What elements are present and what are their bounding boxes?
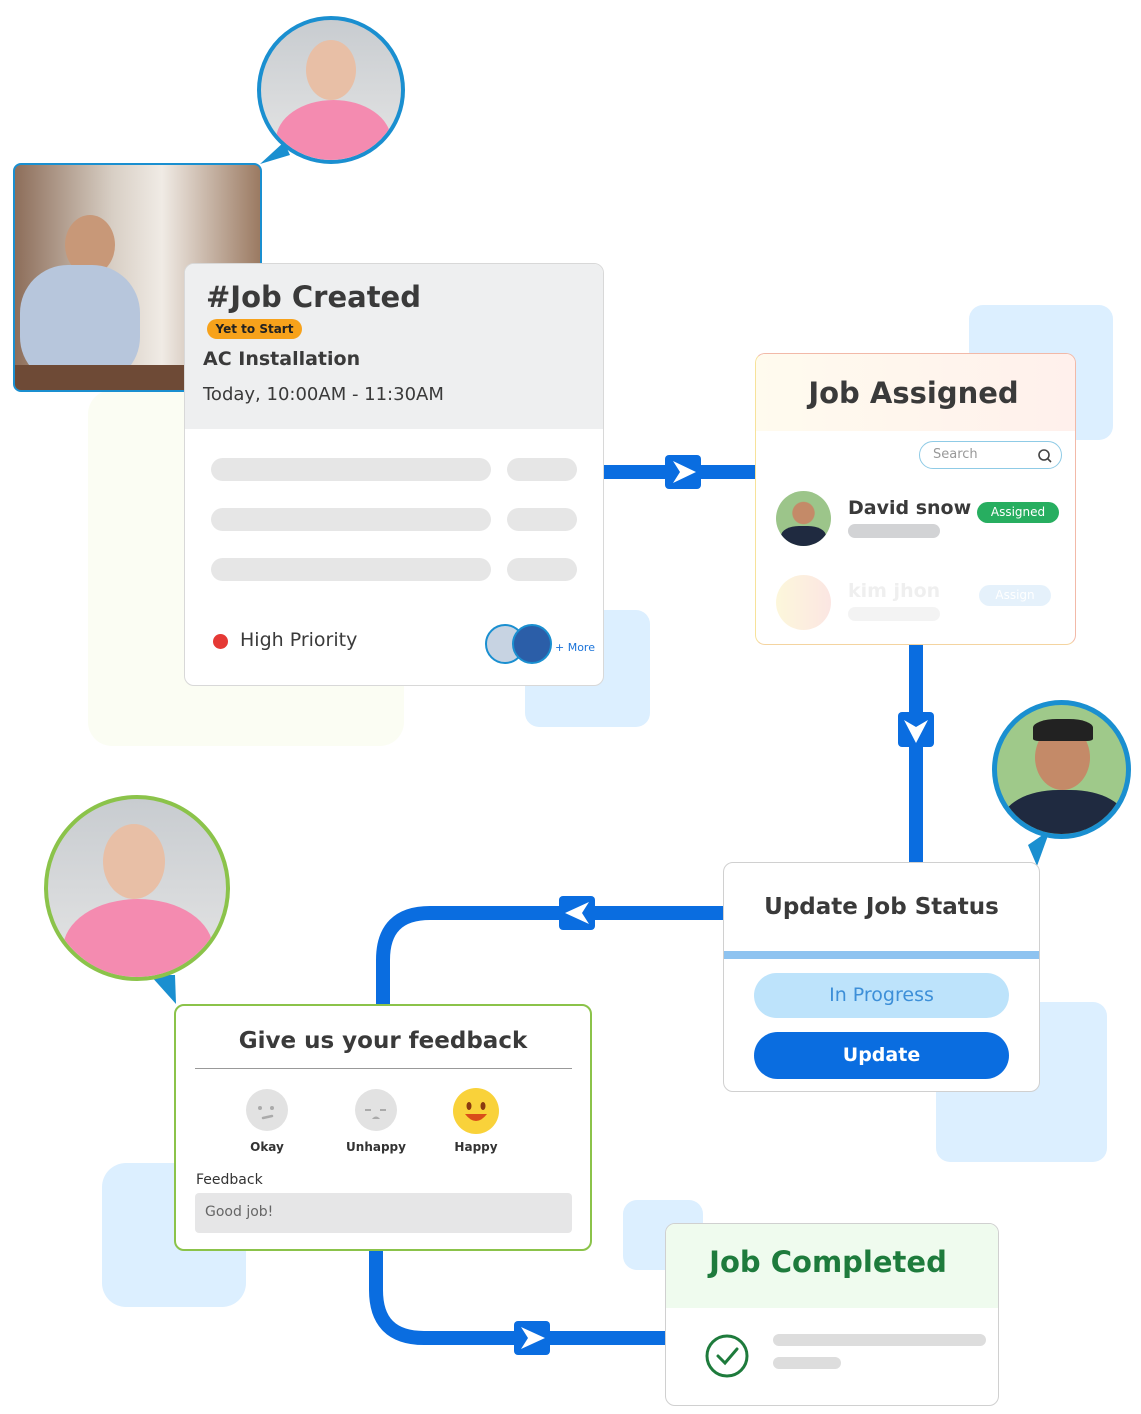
- placeholder-bar: [773, 1334, 986, 1346]
- search-placeholder: Search: [933, 447, 978, 462]
- job-name: AC Installation: [203, 348, 361, 370]
- arrow-left-icon: [559, 896, 595, 930]
- technician-name: kim jhon: [848, 580, 941, 602]
- feedback-card: Give us your feedback Okay Unhappy Happy…: [174, 1004, 592, 1251]
- placeholder-bar: [211, 458, 491, 481]
- search-icon: [1038, 449, 1052, 463]
- connector-update-to-feedback: [376, 906, 723, 1004]
- job-time: Today, 10:00AM - 11:30AM: [203, 384, 444, 405]
- arrow-down-icon: [898, 712, 934, 747]
- assigned-badge: Assigned: [977, 502, 1059, 523]
- placeholder-bar: [211, 508, 491, 531]
- divider: [724, 951, 1039, 959]
- priority-dot-icon: [213, 634, 228, 649]
- check-circle-icon: [705, 1334, 749, 1378]
- customer-photo: [44, 795, 230, 981]
- placeholder-bar: [507, 458, 577, 481]
- update-button[interactable]: Update: [754, 1032, 1009, 1079]
- sad-face-icon: [355, 1089, 397, 1131]
- technician-avatar: [776, 491, 831, 546]
- technician-name: David snow: [848, 497, 972, 519]
- job-assigned-title: Job Assigned: [808, 376, 1019, 410]
- more-link[interactable]: + More: [555, 641, 595, 654]
- technician-avatar: [512, 624, 552, 664]
- rating-unhappy[interactable]: Unhappy: [334, 1088, 418, 1158]
- arrow-right-icon: [514, 1321, 550, 1355]
- status-badge: Yet to Start: [207, 319, 302, 339]
- job-completed-title: Job Completed: [709, 1245, 947, 1279]
- placeholder-bar: [773, 1357, 841, 1369]
- update-status-title: Update Job Status: [764, 894, 999, 920]
- rating-okay[interactable]: Okay: [226, 1088, 306, 1158]
- feedback-title: Give us your feedback: [238, 1028, 528, 1054]
- rating-label: Okay: [250, 1140, 284, 1154]
- customer-photo: [257, 16, 405, 164]
- arrow-right-icon: [665, 455, 701, 489]
- placeholder-bar: [507, 558, 577, 581]
- update-job-status-card: Update Job Status In Progress Update: [723, 862, 1040, 1092]
- divider: [195, 1068, 572, 1069]
- priority-label: High Priority: [240, 629, 358, 651]
- job-created-title: #Job Created: [206, 280, 421, 314]
- rating-label: Unhappy: [346, 1140, 406, 1154]
- neutral-face-icon: [246, 1089, 288, 1131]
- placeholder-bar: [507, 508, 577, 531]
- rating-label: Happy: [454, 1140, 498, 1154]
- job-created-card: #Job Created Yet to Start AC Installatio…: [184, 263, 604, 686]
- feedback-input[interactable]: Good job!: [195, 1193, 572, 1233]
- placeholder-bar: [211, 558, 491, 581]
- assign-button[interactable]: Assign: [979, 585, 1051, 606]
- feedback-label: Feedback: [196, 1172, 263, 1188]
- feedback-input-value: Good job!: [205, 1204, 274, 1220]
- job-completed-card: Job Completed: [665, 1223, 999, 1406]
- search-input[interactable]: Search: [919, 441, 1062, 469]
- in-progress-button[interactable]: In Progress: [754, 973, 1009, 1018]
- technician-avatar: [776, 575, 831, 630]
- rating-happy[interactable]: Happy: [434, 1088, 518, 1158]
- happy-face-icon: [453, 1088, 499, 1134]
- placeholder-bar: [848, 524, 940, 538]
- technician-photo: [992, 700, 1131, 839]
- job-assigned-card: Job Assigned Search David snow Assigned …: [755, 353, 1076, 645]
- placeholder-bar: [848, 607, 940, 621]
